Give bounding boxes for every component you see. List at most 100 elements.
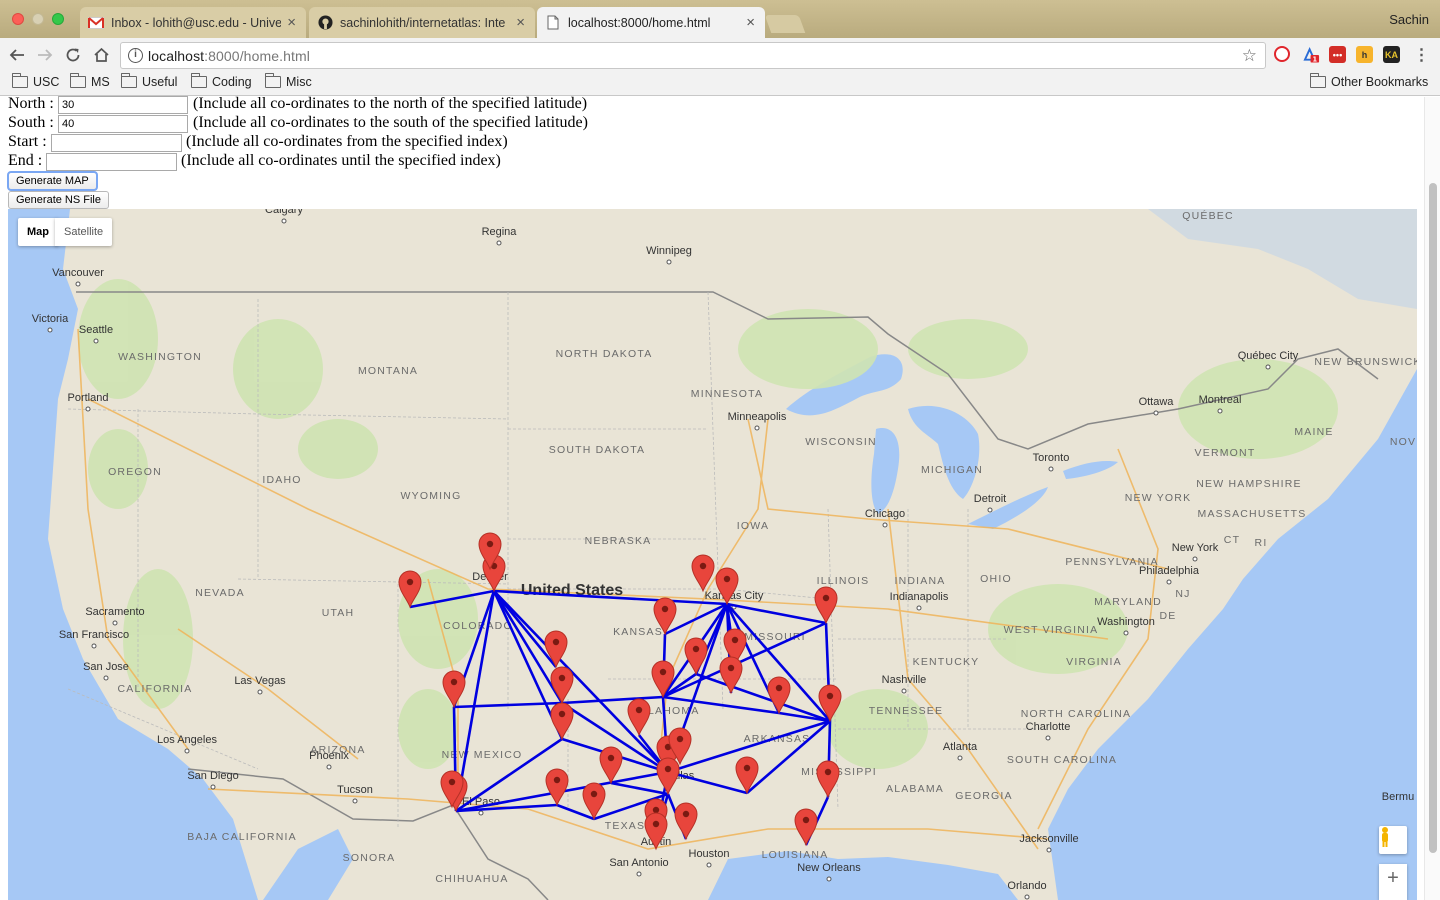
map-marker-icon[interactable]	[398, 570, 422, 609]
folder-icon	[11, 73, 28, 88]
close-tab-icon[interactable]: ×	[746, 14, 755, 31]
north-row: North : (Include all co-ordinates to the…	[8, 95, 587, 114]
zoom-in-button[interactable]: +	[1379, 864, 1407, 900]
end-row: End : (Include all co-ordinates until th…	[8, 152, 501, 171]
tab-gmail[interactable]: Inbox - lohith@usc.edu - Unive ×	[80, 7, 306, 38]
folder-icon	[264, 73, 281, 88]
folder-icon	[190, 73, 207, 88]
tab-title: sachinlohith/internetatlas: Inte	[340, 15, 506, 30]
network-link	[493, 589, 728, 606]
generate-ns-file-button[interactable]: Generate NS File	[8, 191, 109, 209]
bookmark-useful[interactable]: Useful	[120, 73, 177, 89]
network-link	[610, 781, 669, 796]
map-marker-icon[interactable]	[442, 670, 466, 709]
network-link	[746, 720, 831, 794]
other-bookmarks[interactable]: Other Bookmarks	[1309, 73, 1428, 89]
north-input[interactable]	[58, 96, 188, 114]
page-icon	[545, 15, 561, 31]
browser-toolbar: i localhost:8000/home.html ☆ 1 ••• h KA …	[0, 38, 1440, 72]
back-button[interactable]	[6, 44, 28, 66]
map-marker-icon[interactable]	[656, 757, 680, 796]
network-link	[667, 770, 748, 795]
map-marker-icon[interactable]	[653, 597, 677, 636]
pegman-icon[interactable]	[1379, 826, 1407, 854]
start-row: Start : (Include all co-ordinates from t…	[8, 133, 508, 152]
network-overlay	[398, 532, 842, 851]
close-tab-icon[interactable]: ×	[516, 14, 525, 31]
map-marker-icon[interactable]	[627, 698, 651, 737]
bookmark-usc[interactable]: USC	[11, 73, 59, 89]
map-marker-icon[interactable]	[715, 567, 739, 606]
bookmark-coding[interactable]: Coding	[190, 73, 252, 89]
end-hint: (Include all co-ordinates until the spec…	[181, 152, 501, 169]
github-icon	[317, 15, 333, 31]
start-input[interactable]	[51, 134, 182, 152]
network-link	[561, 695, 664, 705]
map-marker-icon[interactable]	[545, 768, 569, 807]
folder-icon	[120, 73, 137, 88]
bookmarks-bar: USC MS Useful Coding Misc Other Bookmark…	[0, 72, 1440, 96]
adblock-icon[interactable]: 1	[1303, 46, 1320, 63]
tab-localhost[interactable]: localhost:8000/home.html ×	[537, 7, 765, 38]
minimize-window-icon[interactable]	[32, 13, 44, 25]
svg-text:1: 1	[1313, 55, 1318, 63]
end-input[interactable]	[46, 153, 177, 171]
url-text[interactable]: localhost:8000/home.html	[148, 48, 310, 64]
map-marker-icon[interactable]	[818, 684, 842, 723]
forward-arrow-icon	[38, 49, 53, 61]
map-marker-icon[interactable]	[644, 812, 668, 851]
reload-icon	[66, 48, 80, 62]
reload-button[interactable]	[62, 44, 84, 66]
keepa-icon[interactable]: KA	[1383, 46, 1400, 63]
south-row: South : (Include all co-ordinates to the…	[8, 114, 588, 133]
bookmark-ms[interactable]: MS	[69, 73, 110, 89]
page-content: North : (Include all co-ordinates to the…	[0, 95, 1440, 900]
maximize-window-icon[interactable]	[52, 13, 64, 25]
scrollbar-thumb[interactable]	[1429, 183, 1437, 853]
map-marker-icon[interactable]	[691, 554, 715, 593]
lastpass-icon[interactable]: •••	[1329, 46, 1346, 63]
profile-name[interactable]: Sachin	[1389, 12, 1429, 27]
folder-icon	[69, 73, 86, 88]
map-marker-icon[interactable]	[816, 760, 840, 799]
tab-title: Inbox - lohith@usc.edu - Unive	[111, 15, 282, 30]
south-hint: (Include all co-ordinates to the south o…	[193, 114, 588, 131]
menu-icon[interactable]: ⋮	[1413, 46, 1430, 64]
map-marker-icon[interactable]	[550, 702, 574, 741]
folder-icon	[1309, 73, 1326, 88]
home-button[interactable]	[90, 44, 112, 66]
generate-map-button[interactable]: Generate MAP	[7, 171, 98, 191]
google-map[interactable]: WASHINGTON OREGON IDAHO MONTANA WYOMING NORTH…	[8, 209, 1417, 900]
forward-button[interactable]	[34, 44, 56, 66]
map-marker-icon[interactable]	[794, 808, 818, 847]
opera-icon[interactable]	[1274, 46, 1290, 62]
map-marker-icon[interactable]	[767, 676, 791, 715]
bookmark-star-icon[interactable]: ☆	[1242, 46, 1257, 66]
map-marker-icon[interactable]	[599, 746, 623, 785]
close-window-icon[interactable]	[12, 13, 24, 25]
map-type-satellite-button[interactable]: Satellite	[55, 218, 113, 246]
map-marker-icon[interactable]	[674, 802, 698, 841]
map-type-map-button[interactable]: Map	[18, 218, 58, 246]
page-scrollbar[interactable]	[1424, 97, 1440, 900]
tab-github[interactable]: sachinlohith/internetatlas: Inte ×	[309, 7, 535, 38]
back-arrow-icon	[9, 49, 24, 61]
south-input[interactable]	[58, 115, 188, 133]
gmail-icon	[88, 15, 104, 31]
map-marker-icon[interactable]	[550, 666, 574, 705]
info-icon[interactable]: i	[128, 48, 143, 63]
start-hint: (Include all co-ordinates from the speci…	[186, 133, 508, 150]
close-tab-icon[interactable]: ×	[287, 14, 296, 31]
honey-icon[interactable]: h	[1356, 46, 1373, 63]
map-marker-icon[interactable]	[814, 586, 838, 625]
map-marker-icon[interactable]	[544, 630, 568, 669]
start-label: Start :	[8, 133, 47, 150]
address-bar[interactable]: i localhost:8000/home.html ☆	[120, 42, 1266, 69]
south-label: South :	[8, 114, 54, 131]
new-tab-button[interactable]	[764, 15, 806, 33]
end-label: End :	[8, 152, 43, 169]
tab-strip: Inbox - lohith@usc.edu - Unive × sachinl…	[0, 0, 1440, 38]
bookmark-misc[interactable]: Misc	[264, 73, 312, 89]
map-marker-icon[interactable]	[582, 782, 606, 821]
north-label: North :	[8, 95, 54, 112]
